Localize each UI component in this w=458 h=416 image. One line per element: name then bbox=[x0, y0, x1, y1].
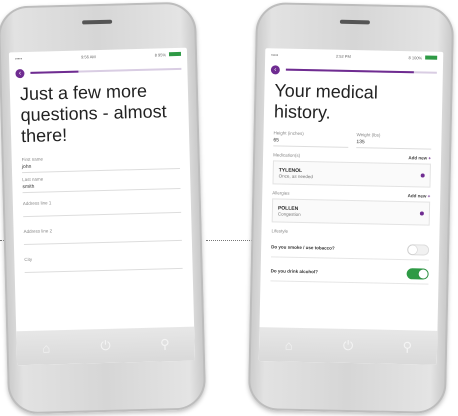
carrier-signal: ••••• bbox=[14, 55, 23, 61]
screen-medical-history: ••••• 2:52 PM 8 100% ‹ Your medical hist… bbox=[258, 48, 444, 365]
toggle-knob bbox=[408, 244, 418, 254]
alcohol-question-row: Do you drink alcohol? bbox=[270, 260, 429, 285]
chevron-left-icon: ‹ bbox=[274, 65, 277, 73]
progress-bar bbox=[285, 68, 437, 74]
weight-field[interactable]: 135 bbox=[356, 137, 432, 150]
search-icon[interactable]: ⚲ bbox=[397, 339, 417, 355]
phone-speaker bbox=[82, 19, 113, 25]
battery-icon bbox=[425, 55, 438, 61]
dot-icon bbox=[420, 173, 425, 178]
medication-detail: Once, as needed bbox=[278, 172, 313, 179]
bottom-nav: ⌂ ⏻ ⚲ bbox=[258, 327, 438, 365]
chevron-left-icon: ‹ bbox=[18, 69, 22, 77]
progress-fill bbox=[30, 70, 79, 74]
battery-indicator: 8 100% bbox=[409, 55, 438, 61]
medications-label: Medication(s) bbox=[273, 152, 301, 158]
alcohol-toggle[interactable] bbox=[406, 267, 429, 280]
search-icon[interactable]: ⚲ bbox=[155, 336, 175, 353]
plus-icon: + bbox=[427, 193, 431, 199]
lifestyle-label: Lifestyle bbox=[271, 228, 289, 234]
smoke-question-row: Do you smoke / use tobacco? bbox=[270, 236, 430, 261]
add-allergy-button[interactable]: Add new + bbox=[408, 193, 431, 198]
add-medication-button[interactable]: Add new + bbox=[408, 155, 431, 160]
allergies-label: Allergies bbox=[272, 190, 290, 196]
dot-icon bbox=[419, 211, 424, 216]
phone-speaker bbox=[339, 19, 370, 25]
smoke-toggle[interactable] bbox=[407, 243, 430, 256]
page-title: Your medical history. bbox=[273, 80, 379, 123]
battery-icon bbox=[168, 52, 182, 57]
allergy-detail: Congestion bbox=[277, 210, 301, 217]
carrier-signal: ••••• bbox=[271, 51, 279, 57]
progress-bar bbox=[30, 67, 182, 74]
phone-right: ••••• 2:52 PM 8 100% ‹ Your medical hist… bbox=[247, 1, 455, 415]
status-time: 2:52 PM bbox=[335, 53, 351, 59]
alcohol-question-label: Do you drink alcohol? bbox=[270, 267, 318, 274]
bottom-nav: ⌂ ⏻ ⚲ bbox=[16, 326, 196, 366]
back-button[interactable]: ‹ bbox=[270, 64, 280, 74]
screen-personal-info: ••••• 9:56 AM 8 95% ‹ Just a few more qu… bbox=[8, 47, 196, 366]
smoke-question-label: Do you smoke / use tobacco? bbox=[271, 243, 335, 251]
back-button[interactable]: ‹ bbox=[15, 68, 25, 78]
phone-left: ••••• 9:56 AM 8 95% ‹ Just a few more qu… bbox=[0, 1, 207, 415]
allergy-card[interactable]: POLLEN Congestion bbox=[271, 198, 431, 226]
home-icon[interactable]: ⌂ bbox=[36, 340, 56, 356]
status-time: 9:56 AM bbox=[80, 53, 96, 59]
progress-fill bbox=[285, 68, 415, 74]
plus-icon: + bbox=[428, 155, 432, 161]
medication-card[interactable]: TYLENOL Once, as needed bbox=[272, 160, 431, 188]
height-field[interactable]: 65 bbox=[273, 135, 349, 148]
battery-indicator: 8 95% bbox=[155, 51, 182, 57]
toggle-knob bbox=[418, 268, 428, 279]
allergy-name: POLLEN bbox=[277, 204, 299, 212]
home-icon[interactable]: ⌂ bbox=[279, 337, 299, 352]
page-title: Just a few more questions - almost there… bbox=[19, 80, 167, 147]
power-icon[interactable]: ⏻ bbox=[95, 338, 115, 355]
power-icon[interactable]: ⏻ bbox=[338, 338, 358, 354]
